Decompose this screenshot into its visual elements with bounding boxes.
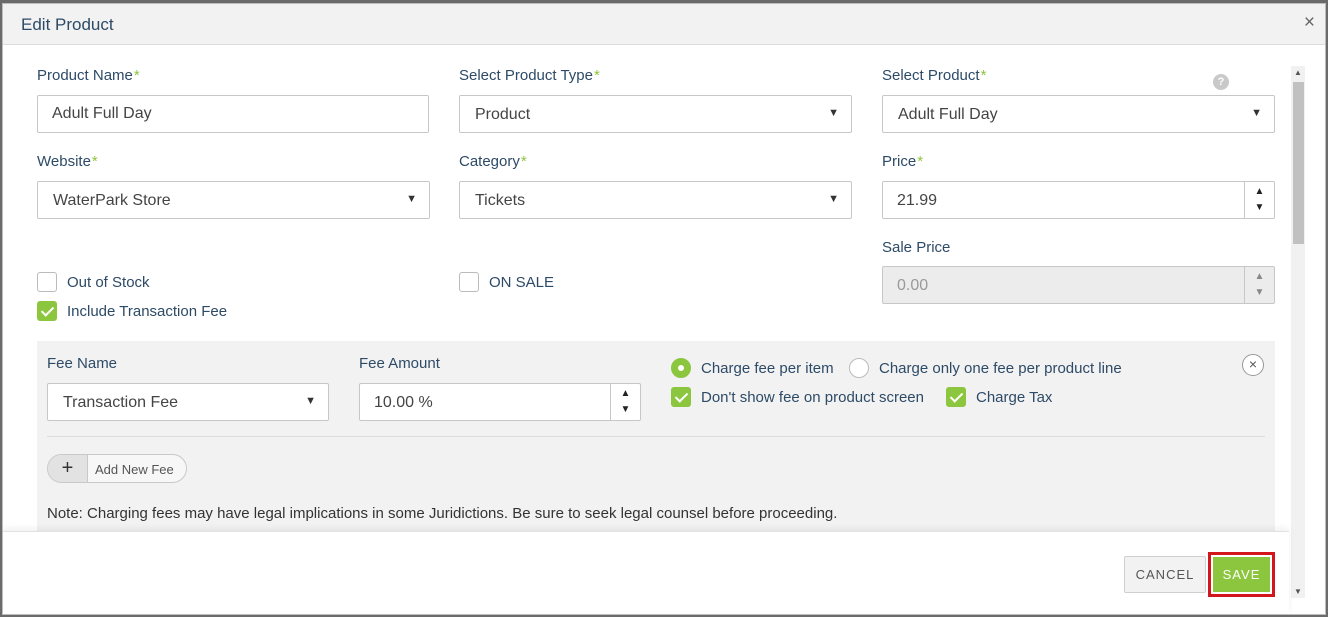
category-select[interactable]: Tickets ▼ [459, 181, 852, 219]
website-label-text: Website [37, 153, 91, 170]
dialog-title: Edit Product [21, 15, 114, 34]
required-mark: * [980, 67, 987, 84]
select-product-select[interactable]: Adult Full Day ▼ [882, 95, 1275, 133]
required-mark: * [133, 67, 140, 84]
out-of-stock-checkbox[interactable] [37, 272, 57, 292]
decrement-icon[interactable]: ▼ [1245, 203, 1274, 213]
price-value: 21.99 [897, 192, 938, 209]
sale-price-stepper: ▲ ▼ [1244, 267, 1274, 303]
product-type-value: Product [475, 106, 531, 123]
category-label-text: Category [459, 153, 520, 170]
product-type-select[interactable]: Product ▼ [459, 95, 852, 133]
plus-icon: + [48, 455, 88, 482]
add-new-fee-label: Add New Fee [95, 462, 174, 477]
save-button-highlight: SAVE [1208, 552, 1275, 597]
price-label-text: Price [882, 153, 917, 170]
fee-amount-input[interactable]: 10.00 % ▲ ▼ [359, 383, 641, 421]
dialog-header: Edit Product × [3, 4, 1325, 45]
category-label: Category* [459, 153, 527, 170]
fee-name-value: Transaction Fee [63, 394, 179, 411]
close-icon[interactable]: × [1304, 13, 1315, 32]
dialog-footer: CANCEL SAVE [3, 531, 1289, 614]
scrollbar[interactable]: ▲ ▼ [1291, 66, 1305, 598]
fee-amount-value: 10.00 % [374, 394, 433, 411]
sale-price-label: Sale Price [882, 239, 951, 256]
divider [47, 436, 1265, 437]
charge-per-item-label: Charge fee per item [701, 360, 834, 377]
price-stepper[interactable]: ▲ ▼ [1244, 182, 1274, 218]
price-label: Price* [882, 153, 923, 170]
price-input[interactable]: 21.99 ▲ ▼ [882, 181, 1275, 219]
dont-show-fee-label: Don't show fee on product screen [701, 389, 924, 406]
product-type-label-text: Select Product Type [459, 67, 593, 84]
chevron-down-icon: ▼ [305, 395, 316, 407]
charge-per-item-radio[interactable] [671, 358, 691, 378]
select-product-label-text: Select Product [882, 67, 980, 84]
dont-show-fee-checkbox[interactable] [671, 387, 691, 407]
website-label: Website* [37, 153, 98, 170]
increment-icon[interactable]: ▲ [1245, 187, 1274, 197]
include-transaction-fee-checkbox[interactable] [37, 301, 57, 321]
required-mark: * [593, 67, 600, 84]
help-icon[interactable]: ? [1213, 74, 1229, 90]
include-transaction-fee-label: Include Transaction Fee [67, 303, 228, 320]
select-product-value: Adult Full Day [898, 106, 998, 123]
increment-icon: ▲ [1254, 271, 1265, 282]
sale-price-input: 0.00 ▲ ▼ [882, 266, 1275, 304]
charge-one-per-line-label: Charge only one fee per product line [879, 360, 1122, 377]
decrement-icon[interactable]: ▼ [611, 405, 640, 415]
on-sale-label: ON SALE [489, 274, 555, 291]
out-of-stock-label: Out of Stock [67, 274, 150, 291]
website-select[interactable]: WaterPark Store ▼ [37, 181, 430, 219]
edit-product-dialog: Edit Product × Product Name* Select Prod… [2, 3, 1326, 615]
product-name-label: Product Name* [37, 67, 140, 84]
chevron-down-icon: ▼ [828, 193, 839, 205]
scroll-down-icon[interactable]: ▼ [1291, 587, 1305, 596]
chevron-down-icon: ▼ [828, 107, 839, 119]
cancel-button[interactable]: CANCEL [1124, 556, 1206, 593]
save-button[interactable]: SAVE [1213, 557, 1270, 592]
product-name-label-text: Product Name [37, 67, 133, 84]
scrollbar-thumb[interactable] [1293, 82, 1304, 244]
required-mark: * [520, 153, 527, 170]
remove-fee-icon[interactable]: × [1242, 354, 1264, 376]
on-sale-checkbox[interactable] [459, 272, 479, 292]
charge-one-per-line-radio[interactable] [849, 358, 869, 378]
add-new-fee-button[interactable]: + Add New Fee [47, 454, 187, 483]
fee-amount-label: Fee Amount [359, 355, 440, 372]
required-mark: * [91, 153, 98, 170]
sale-price-value: 0.00 [897, 277, 929, 294]
fee-amount-stepper[interactable]: ▲ ▼ [610, 384, 640, 420]
product-name-input[interactable] [37, 95, 429, 133]
fee-name-label: Fee Name [47, 355, 118, 372]
required-mark: * [917, 153, 924, 170]
scroll-up-icon[interactable]: ▲ [1291, 68, 1305, 77]
charge-tax-checkbox[interactable] [946, 387, 966, 407]
increment-icon[interactable]: ▲ [611, 389, 640, 399]
charge-tax-label: Charge Tax [976, 389, 1053, 406]
website-value: WaterPark Store [53, 192, 171, 209]
category-value: Tickets [475, 192, 526, 209]
select-product-label: Select Product* [882, 67, 986, 84]
decrement-icon: ▼ [1254, 287, 1265, 298]
fee-panel: Fee Name Transaction Fee ▼ Fee Amount 10… [37, 341, 1275, 541]
legal-note: Note: Charging fees may have legal impli… [47, 505, 838, 522]
chevron-down-icon: ▼ [1251, 107, 1262, 119]
chevron-down-icon: ▼ [406, 193, 417, 205]
product-type-label: Select Product Type* [459, 67, 600, 84]
fee-name-select[interactable]: Transaction Fee ▼ [47, 383, 329, 421]
